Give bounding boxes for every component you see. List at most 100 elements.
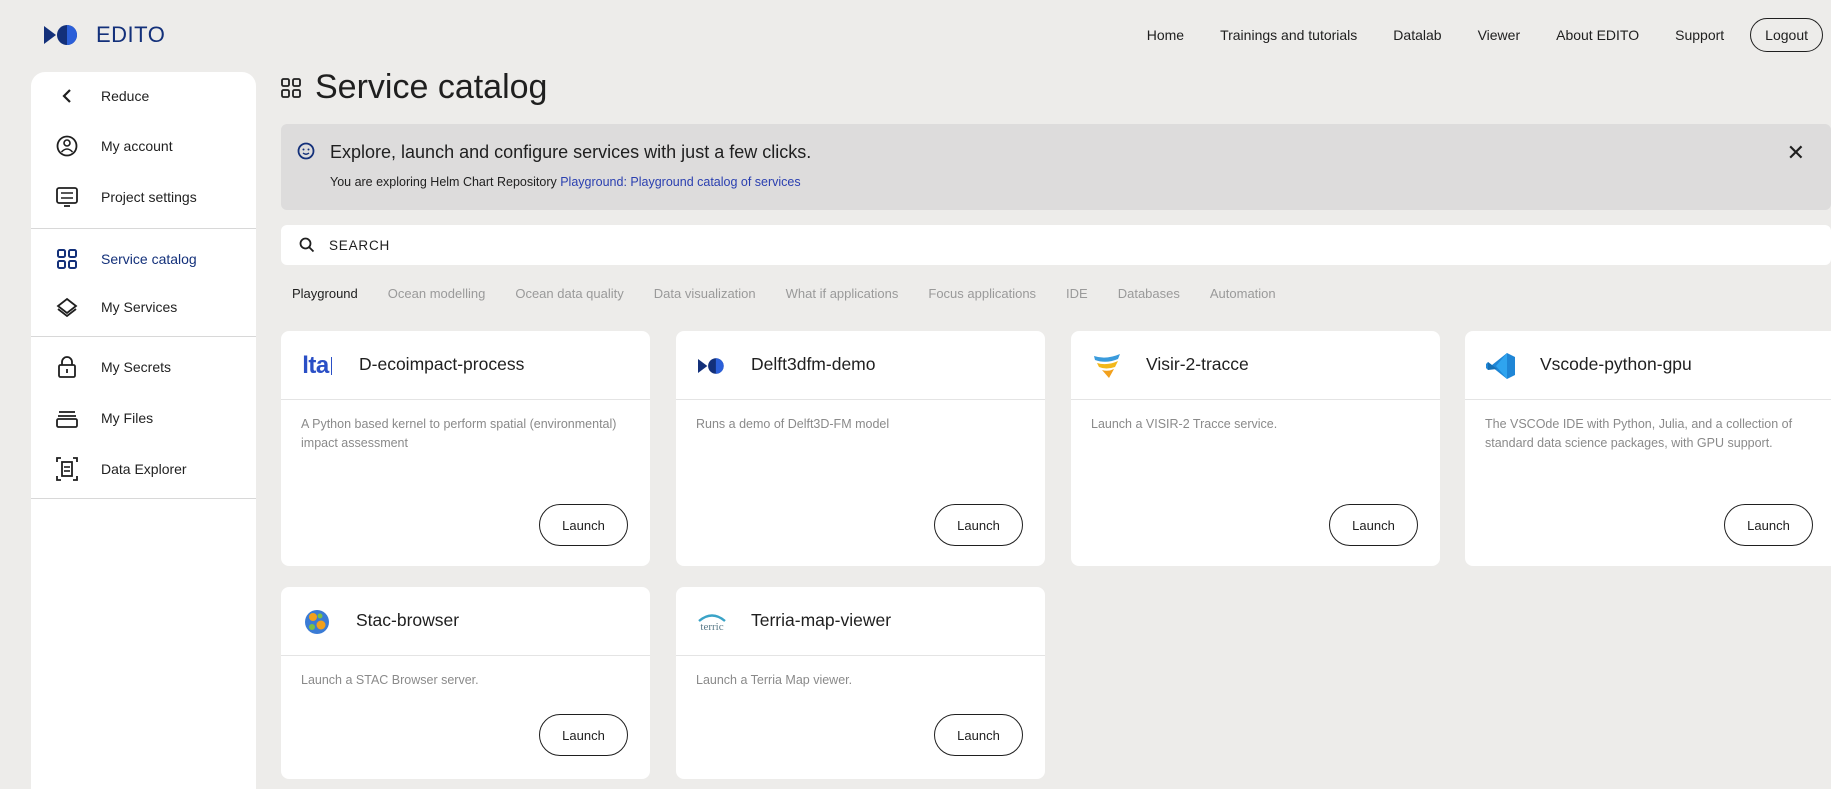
search-icon [299, 237, 315, 253]
card-divider [676, 655, 1045, 656]
service-card-delft3dfm-demo: Delft3dfm-demo Runs a demo of Delft3D-FM… [676, 331, 1045, 566]
tab-playground[interactable]: Playground [292, 286, 358, 301]
settings-icon [55, 185, 79, 209]
sidebar-item-label: Service catalog [101, 251, 197, 267]
stac-logo-icon [301, 609, 333, 635]
card-title: Delft3dfm-demo [751, 354, 876, 374]
tab-ide[interactable]: IDE [1066, 286, 1088, 301]
launch-button[interactable]: Launch [1329, 504, 1418, 546]
launch-button[interactable]: Launch [539, 504, 628, 546]
card-description: Launch a VISIR-2 Tracce service. [1091, 417, 1278, 431]
sidebar-item-label: My Secrets [101, 359, 172, 375]
layers-icon [55, 295, 79, 319]
card-title: Stac-browser [356, 610, 460, 630]
card-description: The VSCOde IDE with Python, Julia, and a… [1485, 417, 1793, 450]
search-input[interactable] [329, 231, 1729, 259]
nav-trainings[interactable]: Trainings and tutorials [1220, 27, 1357, 43]
folder-icon [55, 406, 79, 430]
card-description: A Python based kernel to perform spatial… [301, 417, 617, 450]
data-explorer-icon [55, 457, 79, 481]
banner-sub-prefix: You are exploring Helm Chart Repository [330, 175, 561, 189]
nav-home[interactable]: Home [1147, 27, 1184, 43]
app-name: EDITO [96, 22, 166, 47]
service-card-stac-browser: Stac-browser Launch a STAC Browser serve… [281, 587, 650, 779]
card-title: Terria-map-viewer [751, 610, 892, 630]
sidebar-item-label: Reduce [101, 88, 150, 104]
banner-message: Explore, launch and configure services w… [330, 142, 812, 162]
vscode-logo-icon [1485, 353, 1517, 379]
logout-button[interactable]: Logout [1750, 18, 1823, 52]
tab-what-if-applications[interactable]: What if applications [786, 286, 899, 301]
tab-databases[interactable]: Databases [1118, 286, 1180, 301]
launch-button[interactable]: Launch [934, 714, 1023, 756]
sidebar-item-label: My Files [101, 410, 154, 426]
service-card-terria-map-viewer: terric Terria-map-viewer Launch a Terria… [676, 587, 1045, 779]
launch-button[interactable]: Launch [539, 714, 628, 756]
account-icon [55, 134, 79, 158]
card-divider [281, 655, 650, 656]
visir-logo-icon [1091, 353, 1123, 379]
service-card-visir-2-tracce: Visir-2-tracce Launch a VISIR-2 Tracce s… [1071, 331, 1440, 566]
card-description: Launch a STAC Browser server. [301, 673, 479, 687]
chevron-left-icon [55, 84, 79, 108]
sidebar-item-my-services[interactable]: My Services [31, 287, 256, 327]
sidebar-item-service-catalog[interactable]: Service catalog [31, 239, 256, 279]
card-divider [281, 399, 650, 400]
tab-ocean-data-quality[interactable]: Ocean data quality [515, 286, 623, 301]
sidebar-item-label: My account [101, 138, 173, 154]
category-tabs: Playground Ocean modelling Ocean data qu… [292, 286, 1306, 301]
tab-data-visualization[interactable]: Data visualization [654, 286, 756, 301]
smiley-icon [297, 142, 315, 160]
sidebar: Reduce My account Project settings Servi… [31, 72, 256, 789]
edito-logo-icon [44, 25, 77, 45]
lta-logo-icon: lta [301, 352, 333, 379]
sidebar-item-label: Data Explorer [101, 461, 187, 477]
close-icon[interactable]: ✕ [1787, 142, 1805, 164]
nav-support[interactable]: Support [1675, 27, 1724, 43]
card-title: Visir-2-tracce [1146, 354, 1249, 374]
sidebar-item-my-account[interactable]: My account [31, 126, 256, 166]
terria-logo-text: terric [700, 620, 724, 633]
banner-subtext: You are exploring Helm Chart Repository … [330, 175, 801, 189]
sidebar-item-label: My Services [101, 299, 178, 315]
nav-viewer[interactable]: Viewer [1478, 27, 1521, 43]
terria-logo-icon: terric [696, 609, 728, 635]
page-title: Service catalog [315, 68, 548, 106]
top-bar: EDITO Home Trainings and tutorials Datal… [0, 0, 1831, 70]
sidebar-item-project-settings[interactable]: Project settings [31, 177, 256, 217]
sidebar-item-data-explorer[interactable]: Data Explorer [31, 449, 256, 489]
page-header: Service catalog [281, 68, 547, 107]
card-title: Vscode-python-gpu [1540, 354, 1692, 374]
card-title: D-ecoimpact-process [359, 354, 525, 374]
grid-icon [281, 77, 301, 98]
card-description: Runs a demo of Delft3D-FM model [696, 417, 890, 431]
sidebar-divider [31, 498, 256, 499]
launch-button[interactable]: Launch [934, 504, 1023, 546]
sidebar-divider [31, 336, 256, 337]
lock-icon [55, 355, 79, 379]
deltares-logo-icon [696, 353, 728, 379]
tab-focus-applications[interactable]: Focus applications [928, 286, 1036, 301]
card-divider [676, 399, 1045, 400]
sidebar-item-label: Project settings [101, 189, 197, 205]
sidebar-item-my-files[interactable]: My Files [31, 398, 256, 438]
info-banner: Explore, launch and configure services w… [281, 124, 1831, 210]
card-divider [1071, 399, 1440, 400]
sidebar-divider [31, 228, 256, 229]
nav-about[interactable]: About EDITO [1556, 27, 1639, 43]
tab-automation[interactable]: Automation [1210, 286, 1276, 301]
edito-logo[interactable]: EDITO [44, 22, 165, 48]
grid-icon [55, 247, 79, 271]
top-navigation: Home Trainings and tutorials Datalab Vie… [1147, 18, 1823, 52]
sidebar-item-reduce[interactable]: Reduce [31, 76, 256, 116]
repository-link[interactable]: Playground: Playground catalog of servic… [560, 175, 800, 189]
service-card-vscode-python-gpu: Vscode-python-gpu The VSCOde IDE with Py… [1465, 331, 1831, 566]
nav-datalab[interactable]: Datalab [1393, 27, 1441, 43]
service-card-d-ecoimpact-process: lta D-ecoimpact-process A Python based k… [281, 331, 650, 566]
card-divider [1465, 399, 1831, 400]
tab-ocean-modelling[interactable]: Ocean modelling [388, 286, 486, 301]
search-bar [281, 225, 1831, 265]
launch-button[interactable]: Launch [1724, 504, 1813, 546]
sidebar-item-my-secrets[interactable]: My Secrets [31, 347, 256, 387]
card-description: Launch a Terria Map viewer. [696, 673, 853, 687]
